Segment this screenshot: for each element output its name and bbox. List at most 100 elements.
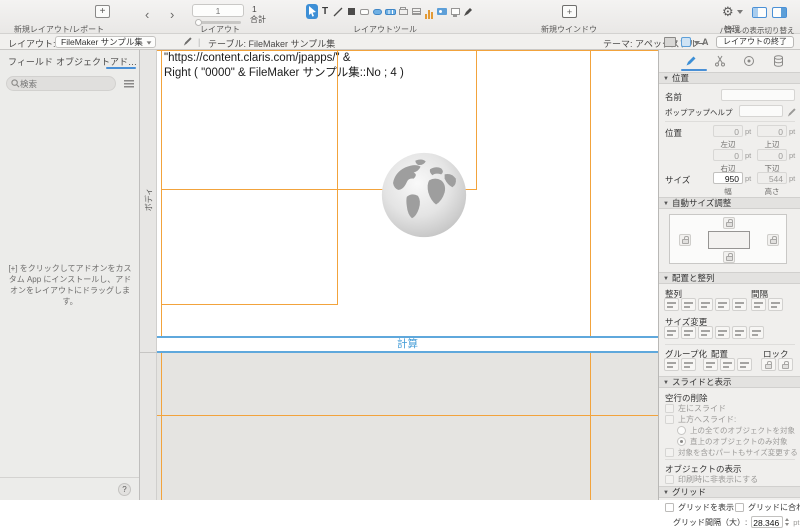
align-left-button[interactable] (664, 298, 679, 311)
tab-fields[interactable]: フィールド (8, 55, 53, 68)
chevron-down-icon[interactable] (694, 41, 700, 45)
next-layout-button[interactable]: › (170, 8, 174, 21)
section-header-arrange[interactable]: ▼ 配置と整列 (659, 272, 800, 284)
space-vertical-button[interactable] (768, 298, 783, 311)
body-part-label[interactable]: ボディ (144, 185, 155, 215)
inspector-tab-style[interactable] (741, 53, 757, 68)
theme-info: テーマ: アペックスブルー (603, 39, 707, 49)
resize-icon (684, 328, 693, 337)
anchor-right-button[interactable] (767, 234, 779, 246)
inspector-tab-data[interactable] (770, 53, 786, 68)
resize-both-small-button[interactable] (732, 326, 747, 339)
shape-tool[interactable] (345, 4, 357, 19)
inspector-tab-position[interactable] (683, 53, 699, 68)
slide-left-checkbox[interactable]: 左にスライド (665, 403, 726, 414)
line-tool[interactable] (332, 4, 344, 19)
edit-layout-icon[interactable] (182, 36, 193, 49)
list-view-icon[interactable] (124, 80, 134, 88)
space-horizontal-button[interactable] (751, 298, 766, 311)
width-field[interactable]: 950 (713, 172, 743, 184)
resize-enclosing-checkbox[interactable]: 対象を含むパートもサイズ変更する (665, 447, 798, 458)
width-label: 幅 (724, 187, 732, 196)
web-viewer-formula-object[interactable]: "https://content.claris.com/jpapps/" & R… (164, 51, 404, 81)
media-tool[interactable] (436, 4, 448, 19)
ungroup-icon (684, 360, 693, 369)
align-center-button[interactable] (681, 298, 696, 311)
checkbox-icon (665, 415, 674, 424)
stepper-icon[interactable] (784, 517, 791, 527)
select-tool[interactable] (306, 4, 318, 19)
chart-tool[interactable] (423, 4, 435, 19)
height-field[interactable]: 544 (757, 172, 787, 184)
calculation-field-label: 計算 (397, 338, 418, 350)
section-header-autosize[interactable]: ▼ 自動サイズ調整 (659, 197, 800, 209)
toggle-right-panel-button[interactable] (772, 7, 787, 18)
inspector-tab-appearance[interactable] (712, 53, 728, 68)
button-bar-tool[interactable] (384, 4, 396, 19)
bring-forward-button[interactable] (720, 358, 735, 371)
group-button[interactable] (664, 358, 679, 371)
unlock-icon (782, 360, 789, 369)
layout-selector[interactable]: FileMaker サンプル集 (55, 35, 156, 48)
text-format-icon[interactable]: A (702, 37, 709, 47)
resize-largest-height-button[interactable] (715, 326, 730, 339)
button-tool[interactable] (371, 4, 383, 19)
name-field[interactable] (721, 89, 795, 101)
disclosure-icon: ▼ (663, 380, 669, 386)
calculation-field-object[interactable]: 計算 (157, 336, 658, 353)
tab-objects[interactable]: オブジェクト (56, 55, 110, 68)
bring-front-button[interactable] (703, 358, 718, 371)
section-header-grid[interactable]: ▼ グリッド (659, 486, 800, 498)
align-middle-button[interactable] (732, 298, 747, 311)
new-window-button[interactable]: + (562, 5, 577, 18)
show-grid-checkbox[interactable]: グリッドを表示 (665, 502, 734, 513)
style-swatch-icon[interactable] (681, 37, 691, 47)
portal-tool[interactable] (410, 4, 422, 19)
resize-largest-width-button[interactable] (681, 326, 696, 339)
section-header-position[interactable]: ▼ 位置 (659, 72, 800, 84)
resize-both-large-button[interactable] (749, 326, 764, 339)
slide-direct-object-radio[interactable]: 直上のオブジェクトのみ対象 (677, 436, 788, 447)
help-button[interactable]: ? (118, 483, 131, 496)
align-top-button[interactable] (715, 298, 730, 311)
grid-spacing-field[interactable]: 28.346 (751, 516, 784, 528)
send-backward-button[interactable] (737, 358, 752, 371)
new-layout-button[interactable]: + (95, 5, 110, 18)
hide-when-printing-checkbox[interactable]: 印刷時に非表示にする (665, 474, 758, 485)
edit-box-tool[interactable] (358, 4, 370, 19)
search-input[interactable] (20, 78, 108, 89)
object-boundary-rect-tall[interactable] (161, 50, 338, 305)
slide-up-checkbox[interactable]: 上方へスライド: (665, 414, 736, 425)
anchor-top-button[interactable] (723, 217, 735, 229)
toggle-left-panel-button[interactable] (752, 7, 767, 18)
unlock-button[interactable] (778, 358, 793, 371)
exit-layout-button[interactable]: レイアウトの終了 (716, 35, 794, 48)
pos-right-field[interactable]: 0 (713, 149, 743, 161)
anchor-left-button[interactable] (679, 234, 691, 246)
globe-image-object[interactable] (381, 152, 467, 238)
pos-left-field[interactable]: 0 (713, 125, 743, 137)
anchor-bottom-button[interactable] (723, 251, 735, 263)
popover-tool[interactable] (449, 4, 461, 19)
ungroup-button[interactable] (681, 358, 696, 371)
pos-top-field[interactable]: 0 (757, 125, 787, 137)
lock-button[interactable] (761, 358, 776, 371)
layout-canvas[interactable]: "https://content.claris.com/jpapps/" & R… (157, 50, 658, 500)
tab-control-tool[interactable] (397, 4, 409, 19)
theme-picker-icon[interactable] (664, 37, 676, 47)
field-picker-tool[interactable] (462, 4, 474, 19)
section-header-sliding[interactable]: ▼ スライドと表示 (659, 376, 800, 388)
tooltip-field[interactable] (739, 105, 783, 117)
text-tool[interactable]: T (319, 4, 331, 19)
resize-smallest-width-button[interactable] (664, 326, 679, 339)
slide-all-objects-radio[interactable]: 上の全てのオブジェクトを対象 (677, 425, 795, 436)
manage-button[interactable]: ⚙ (722, 5, 743, 18)
resize-smallest-height-button[interactable] (698, 326, 713, 339)
prev-layout-button[interactable]: ‹ (145, 8, 149, 21)
pos-bottom-field[interactable]: 0 (757, 149, 787, 161)
snap-grid-checkbox[interactable]: グリッドに合わせる (735, 502, 800, 513)
layout-number-field[interactable]: 1 (192, 4, 244, 17)
align-center-icon (684, 300, 693, 309)
search-field[interactable] (6, 76, 116, 91)
align-right-button[interactable] (698, 298, 713, 311)
